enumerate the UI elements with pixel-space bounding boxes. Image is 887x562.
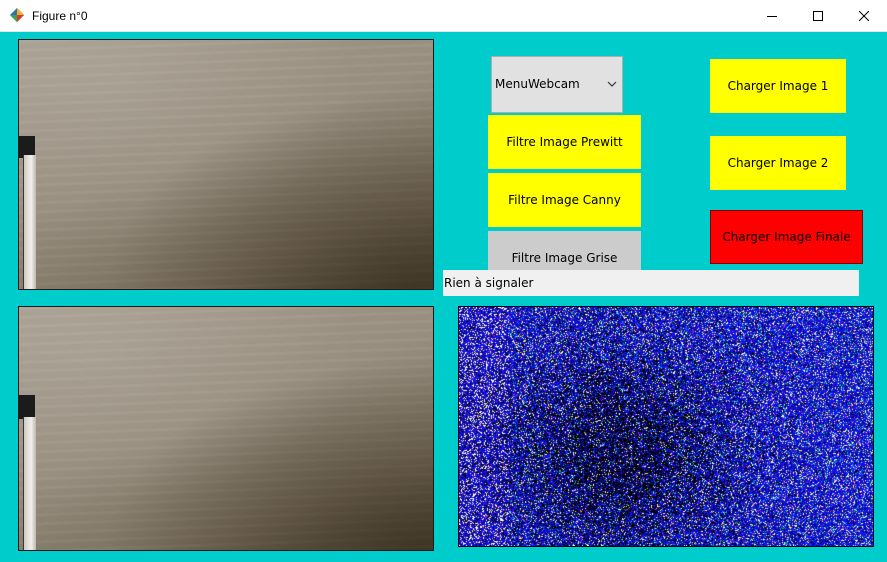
canny-filter-button[interactable]: Filtre Image Canny xyxy=(488,173,641,227)
close-icon xyxy=(859,10,869,21)
title-bar: Figure n°0 xyxy=(0,0,887,32)
shelf-edge xyxy=(19,395,35,419)
webcam-menu-value: MenuWebcam xyxy=(495,77,580,91)
load-final-image-button[interactable]: Charger Image Finale xyxy=(710,210,863,264)
close-button[interactable] xyxy=(841,0,887,31)
maximize-button[interactable] xyxy=(795,0,841,31)
webcam-menu-select[interactable]: MenuWebcam xyxy=(491,56,623,113)
app-icon xyxy=(10,8,24,22)
shelf-board xyxy=(23,417,36,550)
minimize-icon xyxy=(767,15,777,17)
shelf-board xyxy=(23,155,36,289)
wood-surface xyxy=(19,40,433,289)
load-image-2-button[interactable]: Charger Image 2 xyxy=(710,136,846,190)
prewitt-filter-button[interactable]: Filtre Image Prewitt xyxy=(488,115,641,169)
chevron-down-icon xyxy=(607,81,617,87)
filtered-image-canvas xyxy=(459,307,873,546)
maximize-icon xyxy=(813,10,823,21)
filtered-image xyxy=(458,306,874,547)
status-bar: Rien à signaler xyxy=(443,270,859,296)
webcam-image-bottom xyxy=(18,306,434,551)
minimize-button[interactable] xyxy=(749,0,795,31)
wood-surface xyxy=(19,307,433,550)
status-text: Rien à signaler xyxy=(444,276,534,290)
window-title: Figure n°0 xyxy=(32,9,88,23)
load-image-1-button[interactable]: Charger Image 1 xyxy=(710,59,846,113)
webcam-image-top xyxy=(18,39,434,290)
